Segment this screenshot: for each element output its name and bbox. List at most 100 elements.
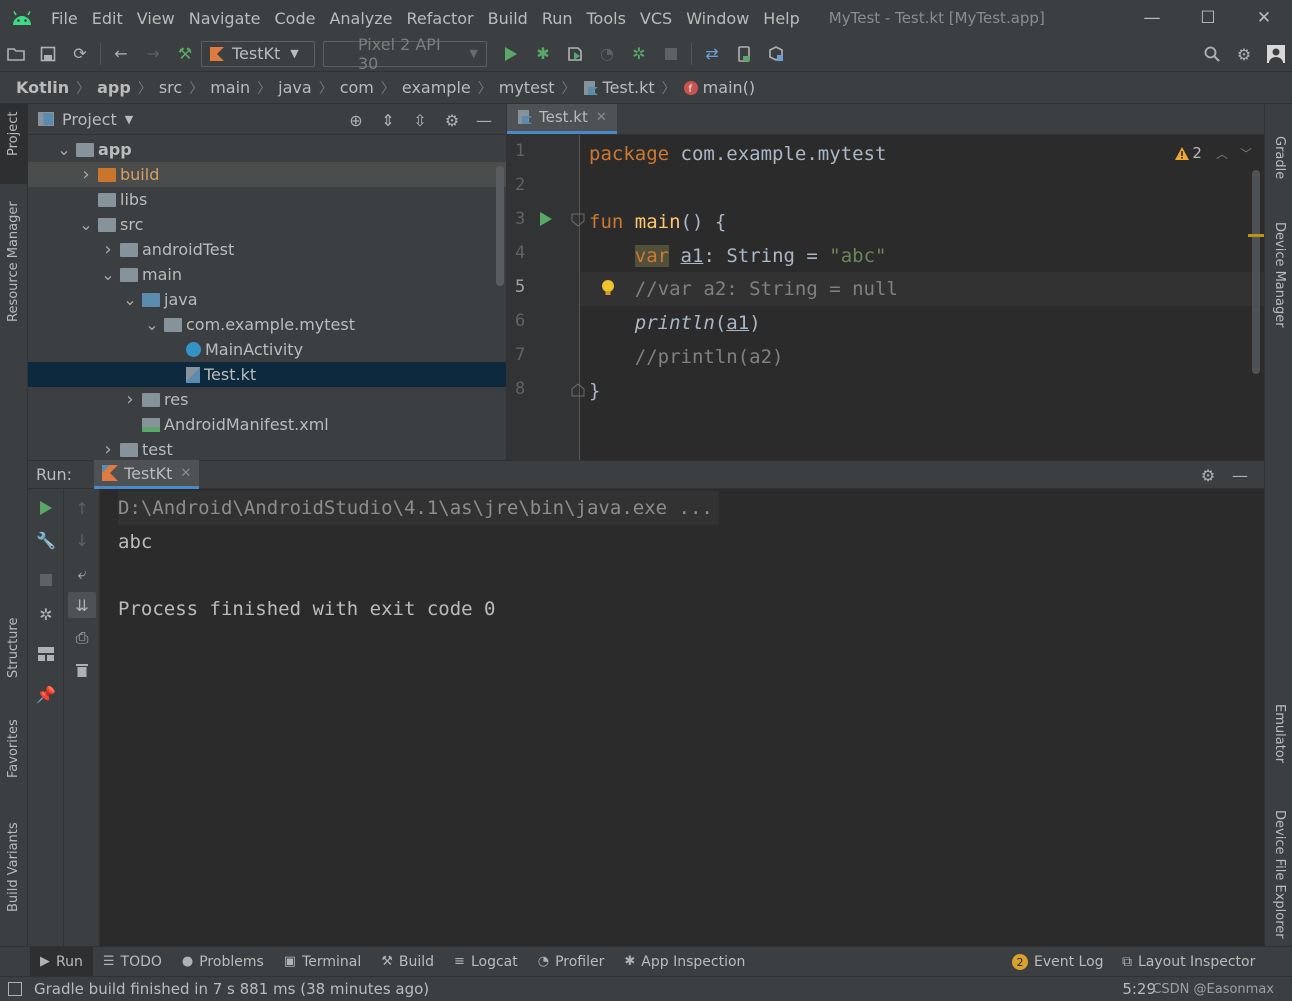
warning-stripe-mark[interactable] <box>1248 234 1264 237</box>
chevron-down-icon[interactable]: ⌄ <box>78 216 94 232</box>
wrench-icon[interactable]: 🔧 <box>32 527 60 553</box>
editor-tab-test-kt[interactable]: Test.kt ✕ <box>507 104 617 134</box>
tree-item[interactable]: ⌄ com.example.mytest <box>28 312 506 337</box>
bottom-tab-profiler[interactable]: ◔ Profiler <box>528 947 615 977</box>
attach-debugger-icon[interactable]: ✲ <box>623 40 655 68</box>
breadcrumb-com[interactable]: com <box>340 78 374 97</box>
breadcrumb-example[interactable]: example <box>402 78 471 97</box>
menu-run[interactable]: Run <box>535 9 580 28</box>
tool-tab-gradle[interactable]: Gradle <box>1265 112 1292 182</box>
run-config-select[interactable]: TestKt ▼ <box>201 40 315 67</box>
menu-build[interactable]: Build <box>481 9 535 28</box>
breadcrumb-mytest[interactable]: mytest <box>499 78 555 97</box>
hide-panel-icon[interactable]: — <box>468 108 500 132</box>
device-select[interactable]: Pixel 2 API 30 ▼ <box>323 35 487 73</box>
tree-item[interactable]: › androidTest <box>28 237 506 262</box>
chevron-down-icon[interactable]: ▼ <box>125 113 133 126</box>
fold-end-icon[interactable] <box>571 383 585 401</box>
status-message[interactable]: Gradle build finished in 7 s 881 ms (38 … <box>34 980 429 998</box>
tree-item[interactable]: ⌄ src <box>28 212 506 237</box>
menu-code[interactable]: Code <box>268 9 323 28</box>
breadcrumb-test-kt[interactable]: Test.kt <box>603 78 655 97</box>
scroll-to-end-icon[interactable]: ⇊ <box>68 592 96 618</box>
avatar-icon[interactable] <box>1260 40 1292 68</box>
sdk-manager-icon[interactable] <box>760 40 792 68</box>
menu-navigate[interactable]: Navigate <box>182 9 268 28</box>
chevron-right-icon[interactable]: › <box>100 439 116 460</box>
chevron-right-icon[interactable]: › <box>122 389 138 410</box>
editor-scrollbar[interactable] <box>1252 170 1260 374</box>
collapse-all-icon[interactable]: ⇳ <box>404 108 436 132</box>
menu-file[interactable]: File <box>44 9 85 28</box>
trash-icon[interactable] <box>68 657 96 683</box>
bottom-tab-todo[interactable]: ☰ TODO <box>93 947 172 977</box>
run-console[interactable]: D:\Android\AndroidStudio\4.1\as\jre\bin\… <box>100 489 1264 946</box>
sync-icon[interactable]: ⟳ <box>64 40 96 68</box>
bottom-tab-app-inspection[interactable]: ✱ App Inspection <box>614 947 755 977</box>
search-icon[interactable] <box>1196 40 1228 68</box>
tree-item[interactable]: ⌄ main <box>28 262 506 287</box>
tool-tab-resource-manager[interactable]: Resource Manager <box>0 200 28 342</box>
tree-item[interactable]: › test <box>28 437 506 460</box>
tool-tab-emulator[interactable]: Emulator <box>1265 686 1292 766</box>
open-folder-icon[interactable] <box>0 40 32 68</box>
run-icon[interactable] <box>495 40 527 68</box>
bottom-tab-problems[interactable]: ● Problems <box>172 947 274 977</box>
tool-tab-favorites[interactable]: Favorites <box>0 719 28 806</box>
run-gutter-icon[interactable] <box>539 211 553 231</box>
tool-tab-build-variants[interactable]: Build Variants <box>0 822 28 932</box>
menu-view[interactable]: View <box>130 9 182 28</box>
debug-disabled-icon[interactable]: ✲ <box>32 601 60 627</box>
stop-icon[interactable] <box>655 40 687 68</box>
fold-icon[interactable] <box>571 213 585 231</box>
breadcrumb-java[interactable]: java <box>278 78 312 97</box>
layout-icon[interactable] <box>32 641 60 667</box>
soft-wrap-icon[interactable]: ⤶ <box>68 561 96 587</box>
tree-item[interactable]: AndroidManifest.xml <box>28 412 506 437</box>
tree-item[interactable]: › build <box>28 162 506 187</box>
print-icon[interactable]: ⎙ <box>68 625 96 651</box>
menu-window[interactable]: Window <box>679 9 756 28</box>
locate-target-icon[interactable]: ⊕ <box>340 108 372 132</box>
tree-item[interactable]: MainActivity <box>28 337 506 362</box>
bottom-tab-event-log[interactable]: 2 Event Log <box>1012 947 1104 977</box>
minimize-icon[interactable]: — <box>1124 0 1180 36</box>
pin-icon[interactable]: 📌 <box>32 681 60 707</box>
menu-refactor[interactable]: Refactor <box>400 9 481 28</box>
expand-all-icon[interactable]: ⇕ <box>372 108 404 132</box>
breadcrumb-kotlin[interactable]: Kotlin <box>16 78 69 97</box>
bottom-tab-logcat[interactable]: ≡ Logcat <box>444 947 528 977</box>
chevron-down-icon[interactable]: ⌄ <box>122 291 138 307</box>
tool-tab-project[interactable]: Project <box>0 104 28 184</box>
gear-icon[interactable]: ⚙ <box>436 108 468 132</box>
bottom-tab-layout-inspector[interactable]: ⧉ Layout Inspector <box>1122 947 1255 977</box>
menu-analyze[interactable]: Analyze <box>322 9 399 28</box>
breadcrumb-main[interactable]: main <box>210 78 250 97</box>
make-project-hammer-icon[interactable]: ⚒ <box>169 40 201 68</box>
breadcrumb-src[interactable]: src <box>159 78 182 97</box>
tool-tab-device-manager[interactable]: Device Manager <box>1265 204 1292 328</box>
chevron-right-icon[interactable]: › <box>100 239 116 260</box>
bottom-tab-build[interactable]: ⚒ Build <box>371 947 444 977</box>
tree-item[interactable]: › res <box>28 387 506 412</box>
chevron-down-icon[interactable]: ⌄ <box>100 266 116 282</box>
tree-item[interactable]: ⌄ app <box>28 137 506 162</box>
gear-icon[interactable]: ⚙ <box>1228 40 1260 68</box>
stop-icon[interactable] <box>32 567 60 593</box>
chevron-down-icon[interactable]: ⌄ <box>144 316 160 332</box>
chevron-down-icon[interactable]: ﹀ <box>1240 145 1252 162</box>
tree-item[interactable]: Test.kt <box>28 362 506 387</box>
close-icon[interactable]: ✕ <box>1236 0 1292 36</box>
tool-tab-structure[interactable]: Structure <box>0 612 28 702</box>
profile-icon[interactable]: ◔ <box>591 40 623 68</box>
menu-vcs[interactable]: VCS <box>633 9 679 28</box>
menu-help[interactable]: Help <box>756 9 806 28</box>
close-tab-icon[interactable]: ✕ <box>596 110 607 125</box>
save-all-icon[interactable] <box>32 40 64 68</box>
menu-tools[interactable]: Tools <box>580 9 633 28</box>
coverage-icon[interactable] <box>559 40 591 68</box>
avd-manager-icon[interactable] <box>728 40 760 68</box>
caret-position[interactable]: 5:29 <box>1122 980 1156 998</box>
close-tab-icon[interactable]: ✕ <box>180 466 191 481</box>
down-arrow-icon[interactable]: ↓ <box>68 527 96 553</box>
